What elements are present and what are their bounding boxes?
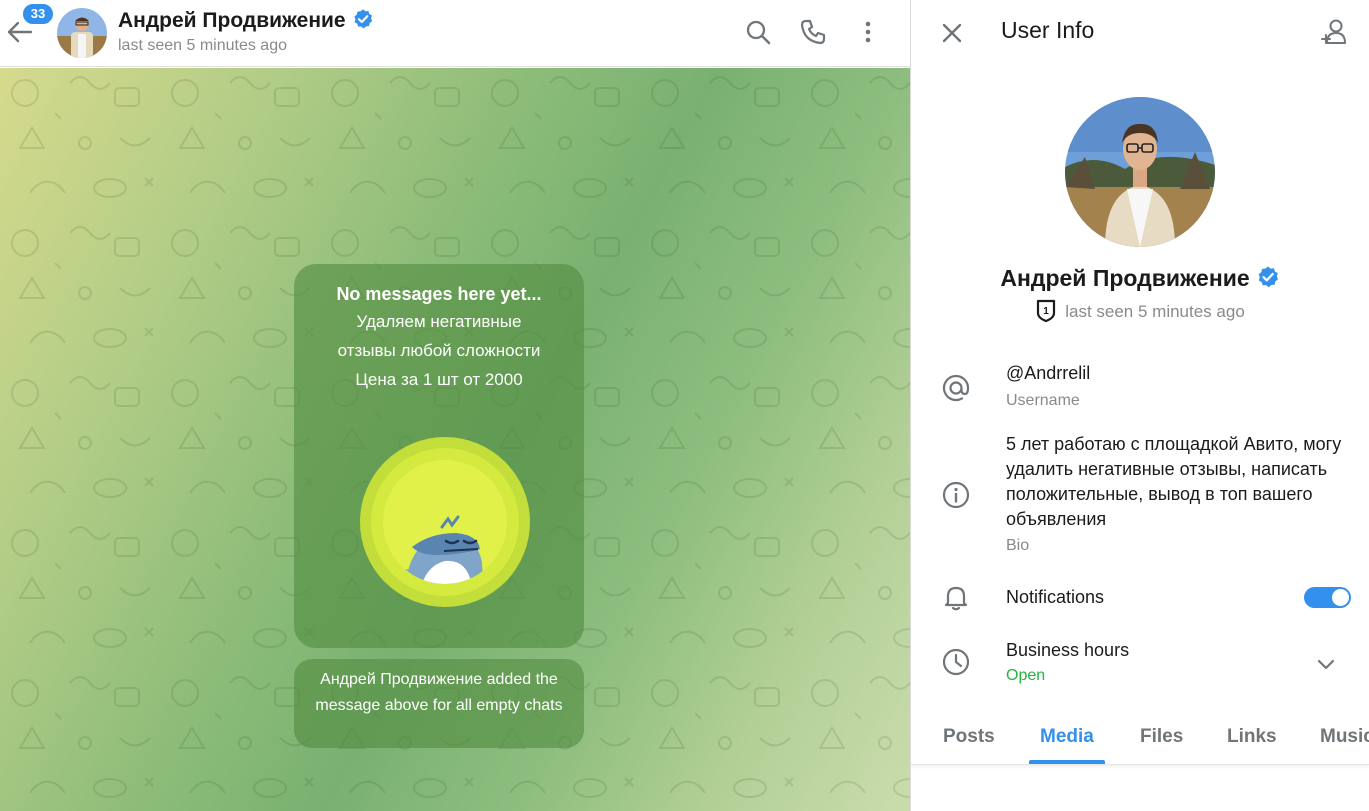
profile-photo[interactable] bbox=[1065, 97, 1215, 247]
service-message: Андрей Продвижение added the message abo… bbox=[294, 659, 584, 748]
empty-chat-intro-card: No messages here yet... Удаляем негативн… bbox=[294, 264, 584, 648]
search-icon[interactable] bbox=[743, 17, 773, 47]
chat-header: 33 Андрей Продвижение last seen 5 minute… bbox=[0, 0, 910, 67]
peer-status: last seen 5 minutes ago bbox=[118, 37, 287, 54]
close-icon[interactable] bbox=[939, 20, 965, 46]
media-tabs: Posts Media Files Links Music bbox=[911, 715, 1369, 765]
username-label: Username bbox=[1006, 392, 1080, 409]
unread-badge: 33 bbox=[22, 3, 54, 25]
intro-line: Цена за 1 шт от 2000 bbox=[355, 370, 523, 389]
bio-label: Bio bbox=[1006, 537, 1030, 554]
peer-name-text: Андрей Продвижение bbox=[118, 9, 346, 32]
at-icon bbox=[942, 374, 970, 402]
phone-icon[interactable] bbox=[798, 17, 828, 47]
verified-icon bbox=[1258, 266, 1278, 288]
peer-name[interactable]: Андрей Продвижение bbox=[118, 8, 374, 33]
empty-chat-title: No messages here yet... bbox=[336, 284, 542, 304]
profile-name: Андрей Продвижение bbox=[911, 265, 1369, 292]
tab-links[interactable]: Links bbox=[1227, 726, 1277, 748]
intro-line: отзывы любой сложности bbox=[337, 341, 541, 360]
avatar[interactable] bbox=[57, 8, 107, 58]
business-hours-status: Open bbox=[1006, 667, 1046, 684]
shark-sticker[interactable] bbox=[360, 437, 530, 607]
notifications-label[interactable]: Notifications bbox=[1006, 587, 1104, 608]
profile-status: 1 last seen 5 minutes ago bbox=[911, 298, 1369, 322]
business-hours-label[interactable]: Business hours bbox=[1006, 640, 1129, 661]
verified-icon bbox=[354, 9, 372, 29]
tab-files[interactable]: Files bbox=[1140, 726, 1183, 748]
profile-status-text: last seen 5 minutes ago bbox=[1065, 302, 1245, 321]
tab-posts[interactable]: Posts bbox=[943, 726, 995, 748]
toggle-knob bbox=[1332, 589, 1349, 606]
chat-panel: 33 Андрей Продвижение last seen 5 minute… bbox=[0, 0, 911, 811]
tab-music[interactable]: Music bbox=[1320, 726, 1369, 748]
level-badge-icon[interactable]: 1 bbox=[1035, 298, 1057, 322]
chevron-down-icon[interactable] bbox=[1313, 651, 1339, 677]
profile-name-text: Андрей Продвижение bbox=[1000, 265, 1250, 291]
active-tab-indicator bbox=[1029, 760, 1105, 764]
chat-background: No messages here yet... Удаляем негативн… bbox=[0, 68, 910, 811]
intro-line: Удаляем негативные bbox=[356, 312, 522, 331]
tab-media[interactable]: Media bbox=[1040, 726, 1094, 748]
info-icon bbox=[942, 481, 970, 509]
username-value[interactable]: @Andrrelil bbox=[1006, 363, 1090, 384]
bell-icon bbox=[944, 586, 968, 611]
user-info-panel: User Info Андрей Продвижение 1 last seen… bbox=[911, 0, 1369, 811]
panel-title: User Info bbox=[1001, 17, 1095, 43]
more-vertical-icon[interactable] bbox=[853, 17, 883, 47]
add-contact-icon[interactable] bbox=[1319, 17, 1349, 47]
clock-icon bbox=[942, 648, 970, 676]
level-number: 1 bbox=[1043, 306, 1049, 317]
bio-value[interactable]: 5 лет работаю с площадкой Авито, могу уд… bbox=[1006, 432, 1346, 532]
notifications-toggle[interactable] bbox=[1304, 587, 1351, 608]
